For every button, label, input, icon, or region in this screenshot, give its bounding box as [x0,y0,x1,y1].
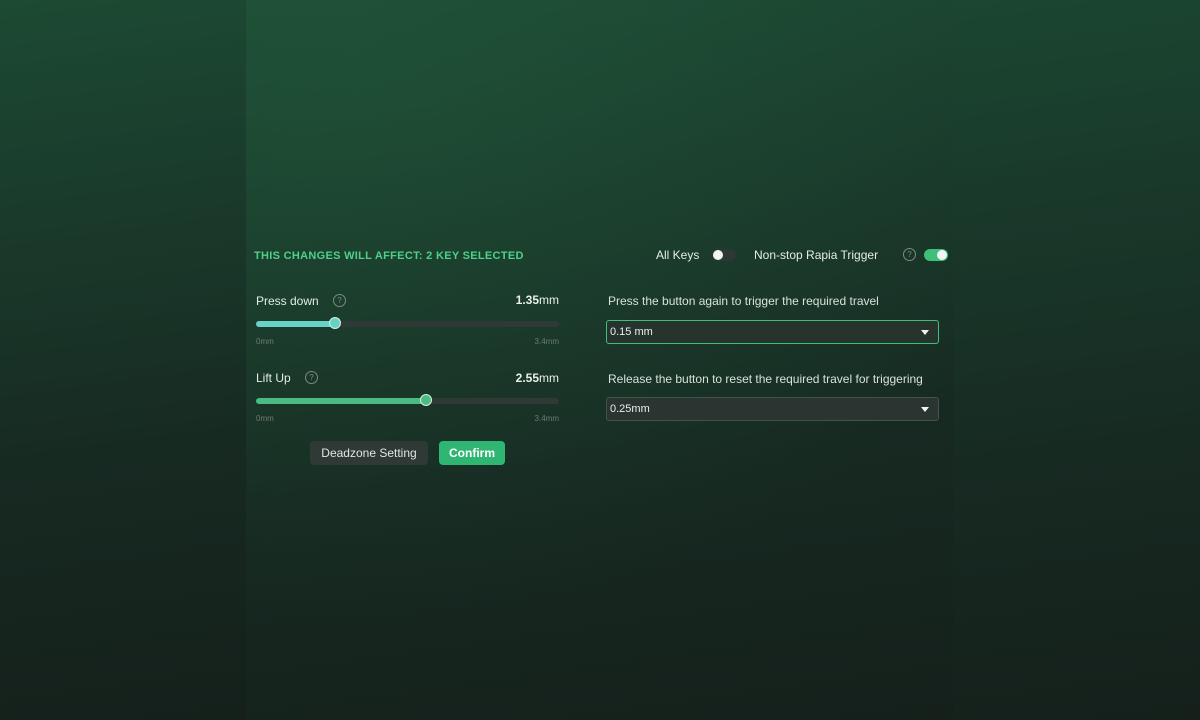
lift-up-max: 3.4mm [534,414,559,423]
press-down-fill [256,321,335,327]
press-down-min: 0mm [256,337,274,346]
rapid-trigger-label: Non-stop Rapia Trigger [754,248,879,262]
background-right [954,0,1200,720]
lift-up-thumb[interactable] [420,394,432,406]
lift-up-label: Lift Up [256,371,291,385]
chevron-down-icon [921,330,929,335]
lift-up-min: 0mm [256,414,274,423]
press-down-number: 1.35 [515,293,539,307]
lift-up-number: 2.55 [515,371,539,385]
affect-label: THIS CHANGES WILL AFFECT: 2 KEY SELECTED [254,250,524,262]
press-down-unit: mm [539,293,559,307]
deadzone-setting-button[interactable]: Deadzone Setting [310,441,428,465]
press-down-value: 1.35mm [440,293,559,307]
confirm-button[interactable]: Confirm [439,441,505,465]
press-down-thumb[interactable] [329,317,341,329]
press-again-value: 0.15 mm [610,326,653,338]
chevron-down-icon [921,407,929,412]
toggle-knob [713,250,723,260]
release-value: 0.25mm [610,403,650,415]
lift-up-unit: mm [539,371,559,385]
press-down-track[interactable] [256,317,559,329]
press-down-label: Press down [256,294,319,308]
all-keys-toggle[interactable] [712,249,736,261]
settings-screen [246,0,954,720]
release-label: Release the button to reset the required… [608,372,923,386]
press-again-label: Press the button again to trigger the re… [608,294,879,308]
help-icon[interactable]: ? [903,248,916,261]
all-keys-label: All Keys [656,248,700,262]
toggle-knob [937,250,947,260]
background-left [0,0,246,720]
press-down-max: 3.4mm [534,337,559,346]
release-select[interactable]: 0.25mm [606,397,939,421]
help-icon[interactable]: ? [305,371,318,384]
help-icon[interactable]: ? [333,294,346,307]
lift-up-track[interactable] [256,394,559,406]
press-again-select[interactable]: 0.15 mm [606,320,939,344]
lift-up-value: 2.55mm [440,371,559,385]
rapid-trigger-toggle[interactable] [924,249,948,261]
lift-up-fill [256,398,426,404]
